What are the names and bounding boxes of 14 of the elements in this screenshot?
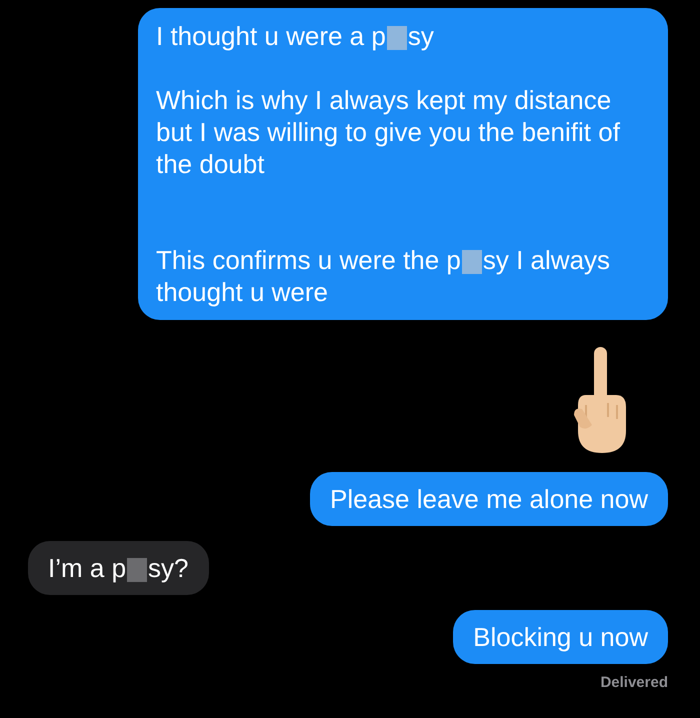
message-text: Please leave me alone now: [330, 484, 648, 514]
message-text: I’m a p: [48, 553, 126, 583]
message-text: Which is why I always kept my distance but I was willing to give you the benifit of the doubt: [156, 85, 620, 179]
message-text: sy I always: [482, 245, 610, 275]
message-text: sy?: [148, 553, 188, 583]
delivery-status: Delivered: [600, 674, 668, 692]
message-text: thought u were: [156, 277, 328, 307]
censor-mark: [386, 26, 407, 50]
message-text: sy: [408, 21, 434, 51]
message-text: This confirms u were the p: [156, 245, 461, 275]
censor-mark: [462, 250, 482, 274]
message-text: I thought u were a p: [156, 21, 386, 51]
censor-mark: [127, 558, 148, 582]
message-text: Blocking u now: [473, 622, 648, 652]
